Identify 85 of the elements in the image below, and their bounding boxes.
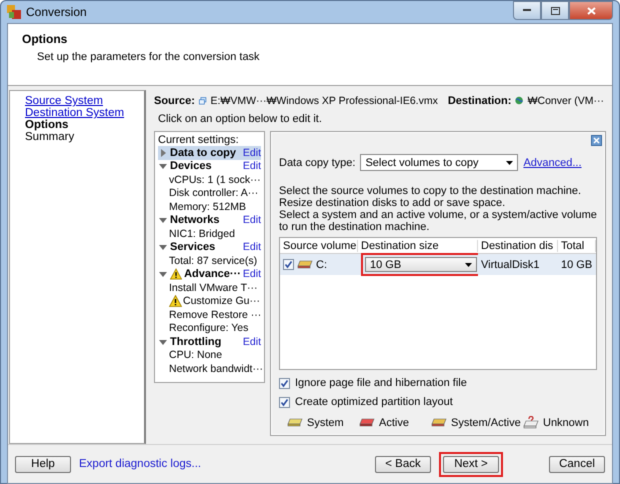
column-header[interactable]: Destination dis <box>478 240 558 252</box>
edit-link[interactable]: Edit <box>242 146 261 159</box>
next-button[interactable]: Next > <box>443 456 499 472</box>
setting-detail: Memory: 512MB <box>168 200 248 214</box>
option-label[interactable]: Create optimized partition layout <box>295 396 453 408</box>
settings-section[interactable]: Networks Edit <box>158 214 261 227</box>
legend-label: Active <box>379 416 409 428</box>
collapse-arrow-icon[interactable] <box>158 242 168 252</box>
app-icon <box>7 5 21 19</box>
setting-detail: Install VMware T··· <box>168 281 258 294</box>
description-text: Resize destination disks to add or save space. <box>279 197 506 209</box>
help-button[interactable]: Help <box>15 456 71 472</box>
description-text: to run the destination machine. <box>279 221 430 233</box>
caret-icon <box>465 262 472 266</box>
setting-detail: Network bandwidt··· <box>168 362 261 376</box>
size-dropdown[interactable]: 10 GB <box>365 257 477 272</box>
legend-label: System/Active <box>451 416 521 428</box>
globe-icon <box>515 94 524 107</box>
warning-icon <box>169 295 182 308</box>
setting-detail: NIC1: Bridged <box>168 227 236 240</box>
close-button[interactable] <box>569 1 613 20</box>
setting-detail: Total: 87 service(s) <box>168 254 258 268</box>
setting-detail: Disk controller: A··· <box>168 186 260 200</box>
page-title: Options <box>22 32 68 46</box>
cancel-button[interactable]: Cancel <box>549 456 605 472</box>
minimize-button[interactable] <box>513 1 541 20</box>
collapse-arrow-icon[interactable] <box>158 269 168 280</box>
advanced-link[interactable]: Advanced... <box>523 156 582 168</box>
page-subtitle: Set up the parameters for the conversion task <box>37 51 261 63</box>
caret-icon <box>506 160 514 164</box>
settings-section[interactable]: Throttling Edit <box>158 335 261 348</box>
column-header[interactable]: Total <box>558 240 596 252</box>
close-icon[interactable] <box>590 135 602 146</box>
legend-label: Unknown <box>543 416 589 428</box>
setting-detail: CPU: None <box>168 348 224 362</box>
copy-type-label: Data copy type: <box>279 156 356 168</box>
checkbox[interactable] <box>279 396 290 408</box>
edit-link[interactable]: Edit <box>242 336 261 348</box>
table-row[interactable]: C: 10 GB VirtualDisk1 10 GB <box>280 254 596 275</box>
column-header[interactable]: Destination size <box>358 240 478 252</box>
setting-detail: Reconfigure: Yes <box>168 322 250 335</box>
edit-link[interactable]: Edit <box>242 214 261 226</box>
source-label: Source: <box>154 94 195 106</box>
setting-detail: Remove Restore ··· <box>168 308 261 322</box>
settings-section[interactable]: Devices Edit <box>158 160 261 173</box>
instruction-text: Click on an option below to edit it. <box>158 113 323 125</box>
nav-item[interactable]: Summary <box>25 131 144 143</box>
settings-heading: Current settings: <box>158 134 240 146</box>
settings-section[interactable]: Advance··· Edit <box>158 268 261 281</box>
description-text: Select the source volumes to copy to the destination machine. <box>279 185 582 197</box>
nav-item[interactable]: Options <box>25 119 144 131</box>
warning-icon <box>170 268 182 280</box>
copy-type-dropdown[interactable]: Select volumes to copy <box>360 154 518 171</box>
collapse-arrow-icon[interactable] <box>158 215 168 226</box>
source-path: E:₩VMW···₩Windows XP Professional-IE6.vmx <box>210 94 438 106</box>
maximize-button[interactable] <box>541 1 569 20</box>
edit-link[interactable]: Edit <box>242 241 261 254</box>
maximize-icon <box>550 6 560 14</box>
minimize-icon <box>523 9 531 12</box>
setting-detail: Customize Gu··· <box>158 294 261 308</box>
setting-detail: vCPUs: 1 (1 sock··· <box>168 173 261 186</box>
vm-file-icon <box>198 94 206 106</box>
edit-link[interactable]: Edit <box>242 160 261 172</box>
description-text: Select a system and an active volume, or a system/active volume <box>279 209 597 221</box>
export-logs-link[interactable]: Export diagnostic logs... <box>79 458 202 470</box>
option-label[interactable]: Ignore page file and hibernation file <box>295 377 467 389</box>
total-cell-text: 10 GB <box>560 258 594 270</box>
destination-path: ₩Conver (VM··· <box>528 94 604 106</box>
destination-label: Destination: <box>448 94 512 106</box>
settings-section[interactable]: Data to copy Edit <box>158 146 261 160</box>
volume-cell: C: <box>316 258 327 270</box>
edit-link[interactable]: Edit <box>242 268 261 280</box>
disk-cell-text: VirtualDisk1 <box>480 258 540 270</box>
close-icon <box>586 6 596 14</box>
checkbox[interactable] <box>283 259 294 270</box>
column-header[interactable]: Source volume <box>280 240 358 252</box>
legend-label: System <box>307 416 344 428</box>
collapse-arrow-icon[interactable] <box>158 161 168 172</box>
back-button[interactable]: < Back <box>375 456 431 472</box>
expand-arrow-icon[interactable] <box>158 148 168 158</box>
window-title: Conversion <box>26 5 87 19</box>
nav-link[interactable]: Destination System <box>25 107 144 119</box>
nav-link[interactable]: Source System <box>25 95 144 107</box>
checkbox[interactable] <box>279 378 290 388</box>
settings-section[interactable]: Services Edit <box>158 240 261 254</box>
